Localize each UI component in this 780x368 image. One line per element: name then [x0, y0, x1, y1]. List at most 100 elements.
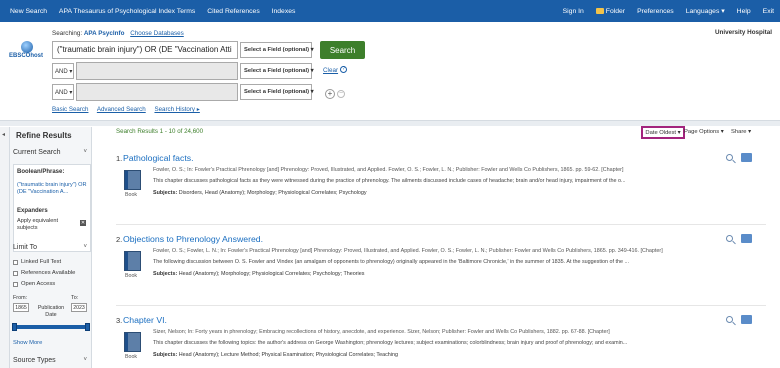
- nav-help[interactable]: Help: [737, 8, 751, 15]
- result-separator: [116, 224, 766, 225]
- chevron-down-icon: ˅: [83, 244, 87, 250]
- open-access-checkbox[interactable]: Open Access: [13, 281, 55, 287]
- ebsco-logo[interactable]: EBSCOhost: [9, 41, 45, 63]
- result-citation: Fowler, O. S.; In: Fowler's Practical Ph…: [153, 167, 624, 173]
- subjects-links[interactable]: Disorders, Head (Anatomy); Morphology; P…: [179, 190, 367, 196]
- linked-full-text-checkbox[interactable]: Linked Full Text: [13, 259, 61, 265]
- field-select-2[interactable]: Select a Field (optional) ▾: [240, 63, 314, 79]
- page-options-dropdown[interactable]: Page Options ▾: [684, 129, 724, 135]
- result-number: 3.: [116, 316, 123, 325]
- help-icon[interactable]: ?: [340, 66, 347, 73]
- publication-type-label: Book: [125, 273, 138, 279]
- nav-thesaurus[interactable]: APA Thesaurus of Psychological Index Ter…: [59, 8, 195, 15]
- searching-label: Searching:: [52, 30, 83, 37]
- remove-row-icon[interactable]: −: [337, 90, 345, 98]
- search-input-3[interactable]: [76, 83, 238, 101]
- nav-cited-references[interactable]: Cited References: [207, 8, 260, 15]
- subjects-links[interactable]: Head (Anatomy); Lecture Method; Physical…: [179, 352, 398, 358]
- results-panel: Search Results 1 - 10 of 24,600 Date Old…: [93, 126, 780, 368]
- source-types-label: Source Types: [13, 357, 56, 364]
- result-citation: Fowler, O. S.; Fowler, L. N.; In: Fowler…: [153, 248, 663, 254]
- clear-link[interactable]: Clear: [323, 67, 338, 74]
- checkbox-icon: [13, 259, 18, 265]
- search-row-3: AND ▾ Select a Field (optional) ▾: [52, 83, 314, 101]
- search-button[interactable]: Search: [320, 41, 365, 59]
- subjects-links[interactable]: Head (Anatomy); Morphology; Physiologica…: [179, 271, 365, 277]
- limit-to-header[interactable]: Limit To ˅: [13, 244, 89, 251]
- result-abstract: This chapter discusses the following top…: [153, 340, 628, 346]
- result-title-link[interactable]: Pathological facts.: [123, 153, 194, 163]
- nav-folder-label: Folder: [605, 7, 626, 15]
- slider-handle-left[interactable]: [12, 323, 17, 331]
- references-available-checkbox[interactable]: References Available: [13, 270, 75, 276]
- add-to-folder-icon[interactable]: [741, 234, 752, 243]
- field-select-3[interactable]: Select a Field (optional) ▾: [240, 84, 314, 100]
- show-more-link[interactable]: Show More: [13, 340, 42, 346]
- boolean-select-3[interactable]: AND ▾: [52, 84, 74, 100]
- add-to-folder-icon[interactable]: [741, 315, 752, 324]
- nav-sign-in[interactable]: Sign In: [563, 8, 584, 15]
- remove-expander-icon[interactable]: ✕: [80, 220, 86, 226]
- nav-new-search[interactable]: New Search: [10, 8, 47, 15]
- subjects-label: Subjects:: [153, 271, 178, 277]
- expanders-label: Expanders: [17, 208, 48, 214]
- result-number: 2.: [116, 235, 123, 244]
- result-subjects: Subjects: Head (Anatomy); Morphology; Ph…: [153, 271, 698, 277]
- search-input-1[interactable]: ("traumatic brain injury") OR (DE "Vacci…: [52, 41, 238, 59]
- publication-type-label: Book: [125, 354, 138, 360]
- collapse-arrow-icon: ◂: [2, 132, 6, 138]
- current-search-label: Current Search: [13, 149, 61, 156]
- sidebar-collapse-toggle[interactable]: ◂: [0, 127, 10, 368]
- to-label: To:: [71, 295, 79, 301]
- globe-icon: [21, 41, 33, 53]
- checkbox-label: References Available: [21, 270, 76, 276]
- preview-magnifier-icon[interactable]: [726, 235, 733, 242]
- choose-databases-link[interactable]: Choose Databases: [130, 30, 184, 37]
- source-types-header[interactable]: Source Types ˅: [13, 357, 89, 364]
- search-history-link[interactable]: Search History ▸: [154, 106, 199, 113]
- preview-magnifier-icon[interactable]: [726, 154, 733, 161]
- nav-languages[interactable]: Languages ▾: [686, 7, 725, 15]
- result-title-link[interactable]: Chapter VI.: [123, 315, 167, 325]
- share-dropdown[interactable]: Share ▾: [731, 129, 751, 135]
- checkbox-label: Linked Full Text: [21, 259, 62, 265]
- current-search-box: Boolean/Phrase: ("traumatic brain injury…: [13, 164, 91, 252]
- search-row-2: AND ▾ Select a Field (optional) ▾: [52, 62, 314, 80]
- refine-sidebar: Refine Results Current Search ˅ Boolean/…: [10, 127, 92, 368]
- slider-handle-right[interactable]: [85, 323, 90, 331]
- date-range-slider[interactable]: [12, 323, 90, 331]
- sort-dropdown[interactable]: Date Oldest ▾: [641, 126, 685, 139]
- basic-search-link[interactable]: Basic Search: [52, 106, 88, 113]
- result-number: 1.: [116, 154, 123, 163]
- result-subjects: Subjects: Disorders, Head (Anatomy); Mor…: [153, 190, 698, 196]
- results-count: Search Results 1 - 10 of 24,600: [116, 128, 204, 135]
- field-select-1[interactable]: Select a Field (optional) ▾: [240, 42, 314, 58]
- searching-line: Searching: APA PsycInfo Choose Databases: [52, 30, 184, 37]
- from-label: From:: [13, 295, 28, 301]
- book-icon[interactable]: [124, 251, 141, 271]
- book-icon[interactable]: [124, 170, 141, 190]
- current-search-header[interactable]: Current Search ˅: [13, 149, 89, 156]
- add-to-folder-icon[interactable]: [741, 153, 752, 162]
- nav-indexes[interactable]: Indexes: [272, 8, 296, 15]
- book-icon[interactable]: [124, 332, 141, 352]
- add-row-icon[interactable]: +: [325, 89, 335, 99]
- nav-exit[interactable]: Exit: [763, 8, 774, 15]
- search-input-2[interactable]: [76, 62, 238, 80]
- nav-folder[interactable]: Folder: [595, 7, 626, 15]
- nav-preferences[interactable]: Preferences: [637, 8, 674, 15]
- checkbox-label: Open Access: [21, 281, 56, 287]
- preview-magnifier-icon[interactable]: [726, 316, 733, 323]
- advanced-search-link[interactable]: Advanced Search: [97, 106, 146, 113]
- from-date-input[interactable]: 1865: [13, 303, 29, 312]
- boolean-select-2[interactable]: AND ▾: [52, 63, 74, 79]
- result-actions: [726, 234, 756, 244]
- institution-name: University Hospital: [714, 29, 772, 36]
- result-abstract: The following discussion between O. S. F…: [153, 259, 630, 265]
- result-citation: Sizer, Nelson; In: Forty years in phreno…: [153, 329, 610, 335]
- publication-type-label: Book: [125, 192, 138, 198]
- current-query-link[interactable]: ("traumatic brain injury") OR (DE "Vacci…: [17, 182, 89, 195]
- to-date-input[interactable]: 2023: [71, 303, 87, 312]
- result-title-link[interactable]: Objections to Phrenology Answered.: [123, 234, 263, 244]
- chevron-down-icon: ˅: [83, 149, 87, 155]
